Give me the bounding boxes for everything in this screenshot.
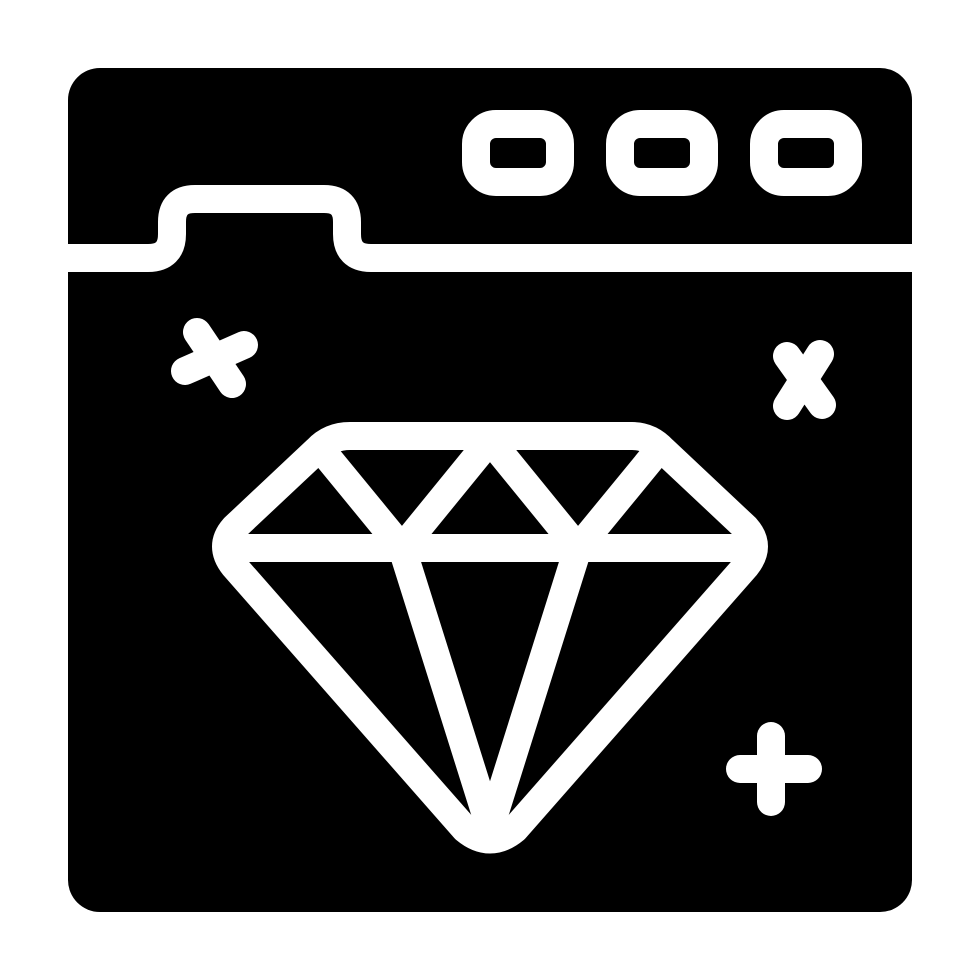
browser-window-diamond-icon bbox=[68, 68, 912, 912]
icon-canvas bbox=[0, 0, 980, 980]
sparkle-x-icon bbox=[773, 340, 836, 420]
sparkle-x-icon bbox=[171, 318, 258, 398]
